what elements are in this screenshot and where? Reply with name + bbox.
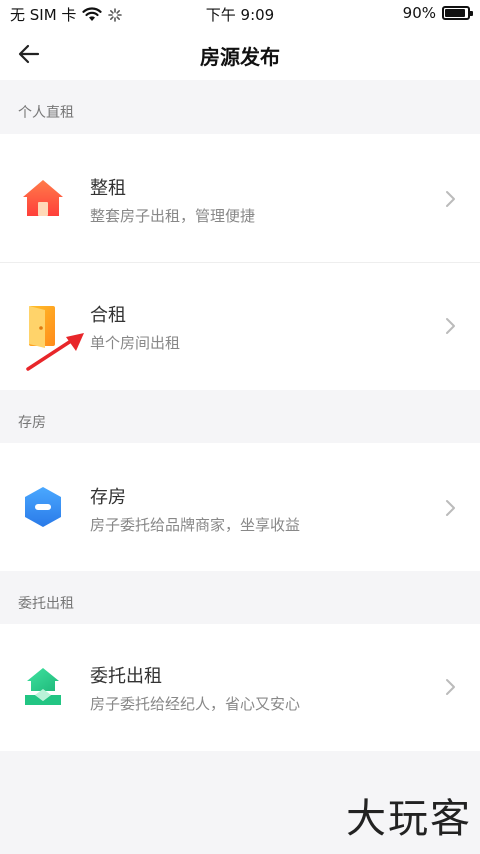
page-title: 房源发布	[200, 45, 280, 69]
option-subtitle: 房子委托给经纪人，省心又安心	[90, 695, 301, 713]
option-title: 整租	[90, 178, 126, 199]
annotation-arrow-icon	[26, 333, 84, 371]
option-subtitle: 整套房子出租，管理便捷	[90, 207, 256, 225]
option-deposit-house[interactable]: 存房 房子委托给品牌商家，坐享收益	[0, 443, 480, 571]
status-bar: 无 SIM 卡 下午 9:09 90%	[0, 0, 480, 28]
battery-percent: 90%	[402, 4, 436, 22]
section-header-deposit: 存房	[18, 415, 46, 431]
house-icon	[20, 175, 66, 221]
hexagon-icon	[20, 484, 66, 530]
option-shared-rent[interactable]: 合租 单个房间出租	[0, 263, 480, 390]
option-title: 存房	[90, 487, 126, 508]
option-title: 委托出租	[90, 666, 162, 687]
house-handshake-icon	[20, 664, 66, 710]
nav-bar: 房源发布	[0, 28, 480, 80]
option-subtitle: 房子委托给品牌商家，坐享收益	[90, 516, 301, 534]
chevron-right-icon	[446, 500, 455, 516]
option-subtitle: 单个房间出租	[90, 334, 181, 352]
section-header-personal: 个人直租	[18, 105, 74, 121]
chevron-right-icon	[446, 318, 455, 334]
status-right: 90%	[402, 4, 473, 22]
option-whole-rent[interactable]: 整租 整套房子出租，管理便捷	[0, 134, 480, 262]
chevron-right-icon	[446, 679, 455, 695]
battery-icon	[442, 6, 473, 20]
option-entrust-rent[interactable]: 委托出租 房子委托给经纪人，省心又安心	[0, 624, 480, 751]
chevron-right-icon	[446, 191, 455, 207]
watermark-logo: 大玩客	[346, 796, 472, 842]
section-header-entrust: 委托出租	[18, 596, 74, 612]
option-title: 合租	[90, 305, 126, 326]
